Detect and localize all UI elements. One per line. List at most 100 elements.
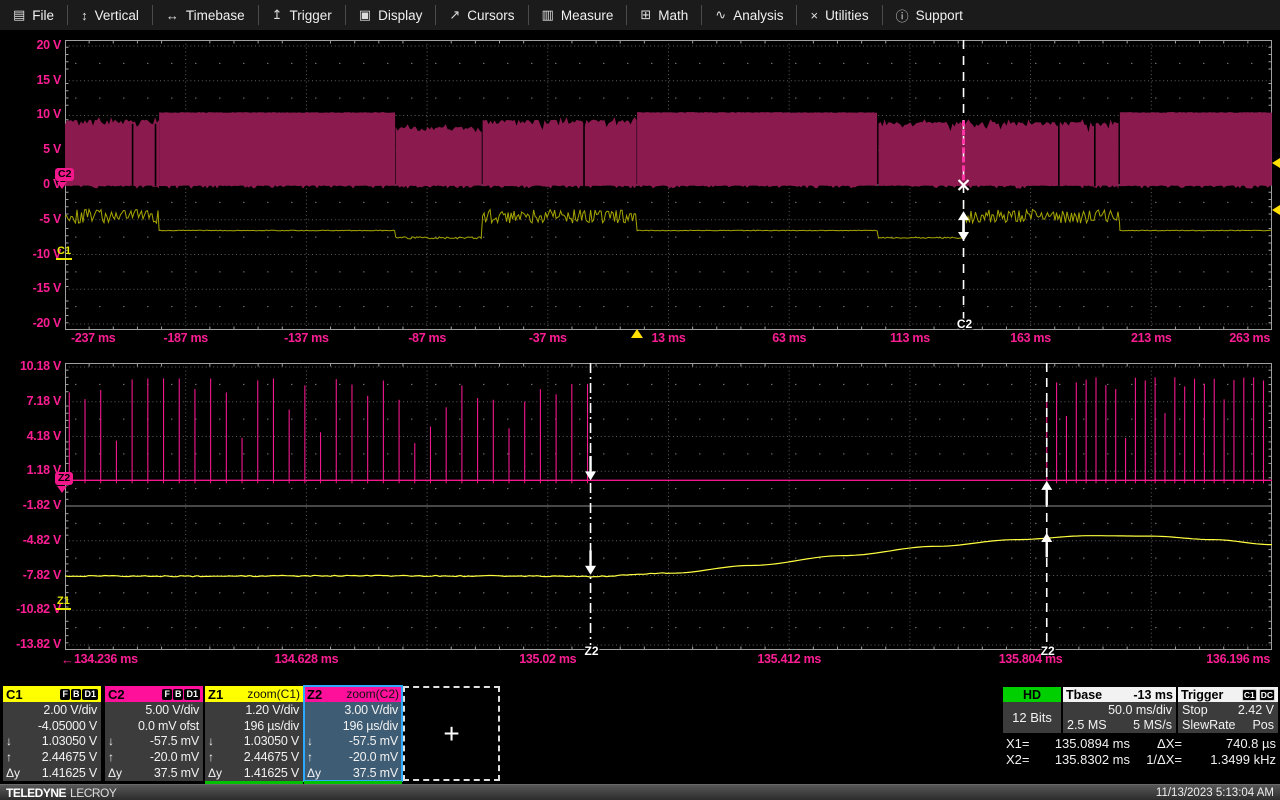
trigger-level-marker[interactable] (1272, 158, 1280, 168)
zoom-x-tick-label: 135.412 ms (757, 652, 821, 666)
x2-value: 135.8302 ms (1042, 752, 1130, 767)
main-y-tick-label: 20 V (0, 38, 61, 52)
cursor-arrow-glyph: ↓ (307, 734, 327, 748)
dx-value: 740.8 µs (1182, 736, 1276, 751)
descriptor-row: 196 µs/div (205, 718, 303, 734)
menu-item-math[interactable]: ⊞Math (627, 0, 701, 30)
descriptor-row: 1.20 V/div (205, 702, 303, 718)
zoom-y-tick-label: -7.82 V (0, 568, 61, 582)
crossed-tools-icon: × (810, 8, 818, 23)
menu-item-timebase[interactable]: ↔Timebase (153, 0, 258, 30)
menu-item-label-timebase: Timebase (186, 8, 245, 23)
trigger-box[interactable]: Trigger C1 DC Stop 2.42 V SlewRate Pos (1178, 687, 1278, 733)
zoom-x-tick-label: 134.628 ms (275, 652, 339, 666)
z2-offset-badge[interactable]: Z2 (55, 472, 73, 485)
zoom-y-tick-label: 1.18 V (0, 463, 61, 477)
descriptor-row: 3.00 V/div (304, 702, 402, 718)
descriptor-row: ↑2.44675 V (205, 749, 303, 765)
info-circle-icon: ⓘ (896, 6, 909, 25)
main-x-tick-label: -37 ms (529, 331, 567, 345)
zoom-y-tick-label: 4.18 V (0, 429, 61, 443)
x2-label: X2= (1006, 752, 1042, 767)
main-y-tick-label: 15 V (0, 73, 61, 87)
brand-secondary: LECROY (70, 786, 116, 800)
flag-badge-b: B (173, 689, 184, 700)
timebase-delay: -13 ms (1133, 688, 1173, 702)
zoom-y-tick-label: -4.82 V (0, 533, 61, 547)
cursor-arrow-glyph: ↓ (208, 734, 228, 748)
timebase-box[interactable]: Tbase -13 ms 50.0 ms/div 2.5 MS 5 MS/s (1063, 687, 1176, 733)
z1-offset-badge[interactable]: Z1 (56, 595, 71, 610)
add-trace-box[interactable]: + (403, 686, 500, 781)
descriptor-header-z2: Z2zoom(C2) (304, 686, 402, 702)
zoom-y-tick-label: -1.82 V (0, 498, 61, 512)
invdx-label: 1/ΔX= (1130, 752, 1182, 767)
main-x-tick-label: 213 ms (1131, 331, 1172, 345)
cursor-arrow-glyph: ↑ (307, 750, 327, 764)
menu-item-trigger[interactable]: ↥Trigger (259, 0, 345, 30)
pan-left-arrow-icon[interactable]: ← (61, 652, 74, 667)
descriptor-c1[interactable]: C1FBD12.00 V/div-4.05000 V↓1.03050 V↑2.4… (3, 686, 101, 781)
cursor-arrow-glyph: Δy (6, 766, 26, 780)
descriptor-header-c2: C2FBD1 (105, 686, 203, 702)
menu-item-vertical[interactable]: ↕Vertical (68, 0, 152, 30)
status-bar: TELEDYNE LECROY 11/13/2023 5:13:04 AM (0, 784, 1280, 800)
descriptor-value: 1.03050 V (228, 734, 299, 748)
main-y-tick-label: 5 V (0, 142, 61, 156)
main-x-axis: -237 ms-187 ms-137 ms-87 ms-37 ms13 ms63… (65, 331, 1272, 349)
descriptor-value: -20.0 mV (327, 750, 398, 764)
main-x-tick-label: -137 ms (284, 331, 328, 345)
brand-primary: TELEDYNE (6, 786, 66, 800)
menu-item-support[interactable]: ⓘ Support (883, 0, 976, 30)
trigger-kind: SlewRate (1182, 718, 1236, 732)
descriptor-value: -57.5 mV (128, 734, 199, 748)
cursor-arrow-glyph: Δy (208, 766, 228, 780)
cursor-arrow-glyph: ↓ (6, 734, 26, 748)
c2-offset-pointer-icon (57, 182, 67, 189)
cursor-arrow-glyph: ↑ (208, 750, 228, 764)
c2-offset-badge[interactable]: C2 (55, 168, 74, 181)
trigger-source-badge: C1 (1242, 689, 1257, 701)
menu-bar: ▤File↕Vertical↔Timebase↥Trigger▣Display↗… (0, 0, 1280, 31)
timebase-samples: 2.5 MS (1067, 718, 1107, 732)
trigger-edge-icon: ↥ (272, 7, 283, 23)
c1-level-marker[interactable] (1272, 205, 1280, 215)
menu-item-utilities[interactable]: ×Utilities (797, 0, 881, 30)
menu-item-analysis[interactable]: ∿Analysis (702, 0, 796, 30)
menu-item-display[interactable]: ▣Display (346, 0, 436, 30)
menu-item-file[interactable]: ▤File (0, 0, 67, 30)
zoom-x-tick-label: 134.236 ms (74, 652, 138, 666)
trace-on-underline (205, 781, 303, 784)
hd-mode-label: HD (1003, 687, 1061, 702)
plus-icon: + (443, 720, 459, 748)
descriptor-c2[interactable]: C2FBD15.00 V/div0.0 mV ofst↓-57.5 mV↑-20… (105, 686, 203, 781)
main-grid-plot[interactable]: C2 (65, 40, 1272, 330)
descriptor-z2[interactable]: Z2zoom(C2)3.00 V/div196 µs/div↓-57.5 mV↑… (304, 686, 402, 781)
timebase-title: Tbase (1066, 688, 1102, 702)
main-y-tick-label: -15 V (0, 281, 61, 295)
flag-badge-d1: D1 (184, 689, 200, 700)
zoom-grid-plot[interactable]: Z2Z2 (65, 363, 1272, 650)
main-x-tick-label: 63 ms (772, 331, 806, 345)
datetime-label: 11/13/2023 5:13:04 AM (1156, 787, 1274, 799)
acquisition-box[interactable]: HD 12 Bits (1003, 687, 1061, 733)
trace-on-underline (304, 781, 402, 784)
menu-item-measure[interactable]: ▥Measure (529, 0, 627, 30)
zoom-source-label: zoom(C1) (247, 687, 300, 701)
descriptor-z1[interactable]: Z1zoom(C1)1.20 V/div196 µs/div↓1.03050 V… (205, 686, 303, 781)
c1-offset-badge[interactable]: C1 (56, 245, 72, 260)
descriptor-value: 1.03050 V (26, 734, 97, 748)
bits-label: 12 Bits (1003, 702, 1061, 733)
main-x-tick-label: -187 ms (163, 331, 207, 345)
descriptor-row: Δy1.41625 V (3, 765, 101, 781)
trigger-time-marker[interactable] (631, 329, 643, 338)
descriptor-value: -57.5 mV (327, 734, 398, 748)
menu-item-label-analysis: Analysis (733, 8, 783, 23)
menu-item-cursors[interactable]: ↗Cursors (436, 0, 527, 30)
menu-item-label-support: Support (916, 8, 963, 23)
main-y-tick-label: 10 V (0, 107, 61, 121)
cursor-arrow-glyph: Δy (108, 766, 128, 780)
channel-id-label: C1 (6, 687, 23, 702)
cursor-arrow-glyph: ↑ (108, 750, 128, 764)
zoom-y-tick-label: -10.82 V (0, 602, 61, 616)
